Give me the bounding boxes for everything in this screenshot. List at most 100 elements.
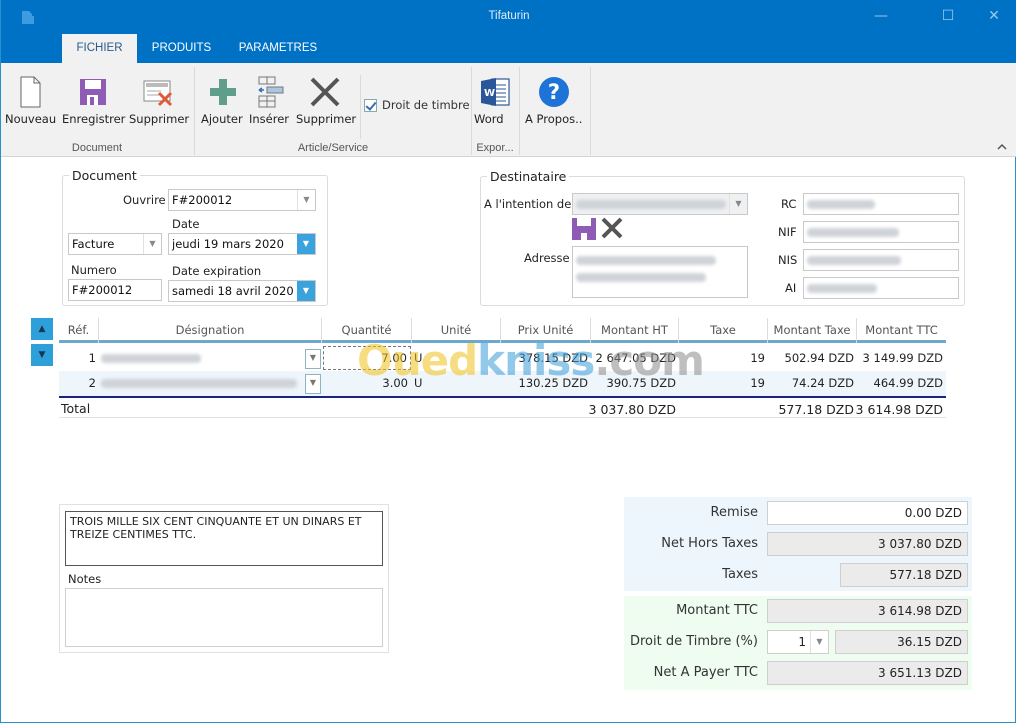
redacted-text xyxy=(807,228,899,237)
rc-label: RC xyxy=(781,197,797,211)
floppy-disk-icon xyxy=(80,79,106,105)
discount-input[interactable]: 0.00 DZD xyxy=(767,501,968,525)
col-header-quantity[interactable]: Quantité xyxy=(322,318,412,343)
group-label-document: Document xyxy=(71,142,123,154)
document-type-dropdown[interactable]: Facture ▼ xyxy=(68,233,162,255)
ai-label: AI xyxy=(785,281,797,295)
delete-item-button[interactable]: Supprimer xyxy=(296,75,356,126)
open-document-dropdown[interactable]: F#200012 ▼ xyxy=(168,189,316,211)
nis-input[interactable] xyxy=(803,249,959,271)
address-label: Adresse xyxy=(524,251,570,265)
collapse-ribbon-button[interactable] xyxy=(997,143,1007,153)
amount-in-words: TROIS MILLE SIX CENT CINQUANTE ET UN DIN… xyxy=(65,511,383,566)
move-row-down-button[interactable]: ▼ xyxy=(31,344,53,366)
col-header-unit-price[interactable]: Prix Unité xyxy=(501,318,591,343)
cell-tax[interactable]: 19 xyxy=(679,346,768,371)
word-export-button[interactable]: W Word xyxy=(474,75,516,126)
col-header-designation[interactable]: Désignation xyxy=(99,318,322,343)
calendar-dropdown-icon[interactable]: ▼ xyxy=(297,234,315,254)
save-button[interactable]: Enregistrer xyxy=(62,75,125,126)
tab-fichier[interactable]: FICHIER xyxy=(62,34,137,63)
date-label: Date xyxy=(172,217,200,231)
document-group-legend: Document xyxy=(72,168,137,183)
open-label: Ouvrire xyxy=(123,193,166,207)
taxes-label: Taxes xyxy=(722,567,758,582)
redacted-text xyxy=(101,379,297,388)
svg-text:?: ? xyxy=(548,80,560,104)
col-header-tax-amount[interactable]: Montant Taxe xyxy=(768,318,857,343)
stamp-duty-label: Droit de timbre xyxy=(382,98,470,112)
delete-document-button[interactable]: Supprimer xyxy=(129,75,189,126)
maximize-button[interactable]: ☐ xyxy=(925,5,971,29)
ttc-label: Montant TTC xyxy=(676,603,758,618)
col-header-tax[interactable]: Taxe xyxy=(679,318,768,343)
nif-input[interactable] xyxy=(803,221,959,243)
insert-row-icon xyxy=(258,76,284,108)
plus-icon xyxy=(210,79,236,105)
cell-ref: 2 xyxy=(88,376,96,390)
about-button[interactable]: ? A Propos.. xyxy=(525,75,583,126)
cell-designation[interactable] xyxy=(101,371,301,396)
help-icon: ? xyxy=(539,77,569,107)
notes-textarea[interactable] xyxy=(65,588,383,647)
title-bar: Tifaturin — ☐ ✕ xyxy=(1,0,1016,34)
number-label: Numero xyxy=(71,263,117,277)
cell-tax[interactable]: 19 xyxy=(679,371,768,396)
col-header-amount-ttc[interactable]: Montant TTC xyxy=(857,318,946,343)
number-input[interactable]: F#200012 xyxy=(68,279,162,301)
recipient-dropdown[interactable]: ▼ xyxy=(572,193,748,215)
cell-tax-amount: 502.94 DZD xyxy=(784,351,854,365)
tab-parametres[interactable]: PARAMETRES xyxy=(233,34,323,63)
calendar-dropdown-icon[interactable]: ▼ xyxy=(297,281,315,301)
cell-quantity[interactable]: 7.00 xyxy=(323,346,411,370)
minimize-button[interactable]: — xyxy=(858,5,904,29)
save-recipient-icon[interactable] xyxy=(572,216,596,240)
designation-dropdown-button[interactable]: ▼ xyxy=(305,349,321,369)
cell-designation[interactable] xyxy=(101,346,301,371)
cell-unit[interactable]: U xyxy=(414,371,500,396)
cell-unit[interactable]: U xyxy=(414,346,500,371)
cell-amount-ttc: 3 149.99 DZD xyxy=(862,351,943,365)
stamp-duty-toggle[interactable]: Droit de timbre xyxy=(364,98,470,112)
tab-produits[interactable]: PRODUITS xyxy=(144,34,219,63)
arrow-down-icon: ▼ xyxy=(38,350,46,360)
stamp-value: 36.15 DZD xyxy=(835,630,968,654)
net-pay-label: Net A Payer TTC xyxy=(653,665,758,680)
cell-amount-ht: 390.75 DZD xyxy=(606,376,676,390)
cell-unit-price[interactable]: 130.25 DZD xyxy=(501,371,591,396)
move-row-up-button[interactable]: ▲ xyxy=(31,318,53,340)
add-item-button[interactable]: Ajouter xyxy=(201,75,245,126)
designation-dropdown-button[interactable]: ▼ xyxy=(305,374,321,394)
cell-unit-price[interactable]: 378.15 DZD xyxy=(501,346,591,371)
new-button[interactable]: Nouveau xyxy=(5,75,56,126)
ai-input[interactable] xyxy=(803,277,959,299)
date-picker[interactable]: jeudi 19 mars 2020 ▼ xyxy=(168,233,316,255)
cell-amount-ht: 2 647.05 DZD xyxy=(595,351,676,365)
address-textarea[interactable] xyxy=(572,246,748,298)
table-row[interactable]: 1 ▼ 7.00 U 378.15 DZD 2 647.05 DZD 19 50… xyxy=(59,346,946,371)
expiry-date-picker[interactable]: samedi 18 avril 2020 ▼ xyxy=(168,280,316,302)
stamp-rate-dropdown[interactable]: 1 ▼ xyxy=(767,630,829,654)
ttc-value: 3 614.98 DZD xyxy=(767,599,968,623)
insert-item-button[interactable]: Insérer xyxy=(249,75,291,126)
close-button[interactable]: ✕ xyxy=(971,5,1016,29)
col-header-amount-ht[interactable]: Montant HT xyxy=(591,318,679,343)
ribbon-separator xyxy=(519,67,520,155)
stamp-duty-checkbox[interactable] xyxy=(364,98,377,112)
net-ht-value: 3 037.80 DZD xyxy=(767,532,968,556)
ribbon: Nouveau Enregistrer Supprimer Document A… xyxy=(1,63,1016,157)
group-label-export: Expor... xyxy=(476,142,514,154)
nis-label: NIS xyxy=(778,253,798,267)
table-row[interactable]: 2 ▼ 3.00 U 130.25 DZD 390.75 DZD 19 74.2… xyxy=(59,371,946,396)
cell-quantity[interactable]: 3.00 xyxy=(323,371,411,396)
rc-input[interactable] xyxy=(803,193,959,215)
col-header-unit[interactable]: Unité xyxy=(412,318,501,343)
group-label-article: Article/Service xyxy=(297,142,369,154)
chevron-down-icon: ▼ xyxy=(297,190,315,210)
clear-recipient-icon[interactable] xyxy=(600,216,624,240)
delete-document-icon xyxy=(143,80,173,107)
total-tax-amount: 577.18 DZD xyxy=(778,402,854,417)
new-document-icon xyxy=(20,76,41,108)
col-header-ref[interactable]: Réf. xyxy=(59,318,99,343)
net-ht-label: Net Hors Taxes xyxy=(661,536,758,551)
